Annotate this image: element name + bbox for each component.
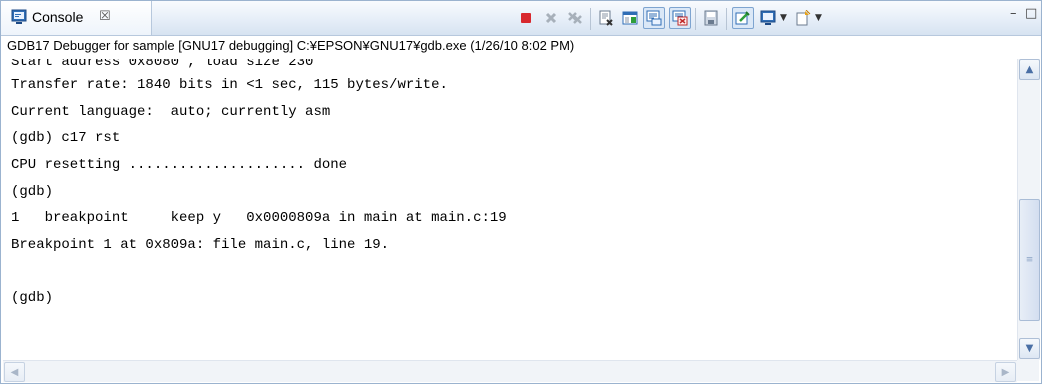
horizontal-scrollbar[interactable]: ◀ ▶	[3, 360, 1017, 382]
show-console-on-output-icon[interactable]	[643, 7, 665, 29]
tab-console[interactable]: Console ☒	[1, 1, 152, 35]
toolbar-separator	[695, 8, 696, 30]
chevron-down-icon[interactable]: ▼	[780, 13, 787, 23]
scroll-up-button[interactable]: ▲	[1019, 59, 1040, 80]
process-label: GDB17 Debugger for sample [GNU17 debuggi…	[7, 38, 575, 53]
tab-console-label: Console	[32, 9, 84, 25]
view-toolbar: Console ☒ ▼ ▼ – □	[1, 1, 1041, 36]
console-line: (gdb) c17 rst	[11, 130, 121, 146]
remove-launch-icon[interactable]	[541, 8, 561, 28]
scroll-down-button[interactable]: ▼	[1019, 338, 1040, 359]
console-icon	[11, 9, 27, 25]
open-console-icon[interactable]	[793, 8, 813, 28]
remove-all-terminated-icon[interactable]	[565, 8, 585, 28]
terminate-icon[interactable]	[516, 8, 536, 28]
console-output[interactable]: Start address 0x8080 , load size 230 Tra…	[3, 59, 1016, 360]
console-view: Console ☒ ▼ ▼ – □ GDB17 Debugger for sam…	[0, 0, 1042, 384]
save-icon[interactable]	[701, 8, 721, 28]
clear-console-icon[interactable]	[596, 8, 616, 28]
vertical-scrollbar[interactable]: ▲ ≡ ▼	[1017, 59, 1040, 360]
console-line: Current language: auto; currently asm	[11, 104, 331, 120]
toolbar-separator	[726, 8, 727, 30]
console-line: (gdb)	[11, 184, 54, 200]
display-selected-console-icon[interactable]	[758, 8, 778, 28]
pin-console-icon[interactable]	[732, 7, 754, 29]
scroll-left-button[interactable]: ◀	[4, 362, 25, 382]
chevron-right-icon: ▶	[1001, 366, 1010, 378]
console-line: Start address 0x8080 , load size 230	[11, 59, 314, 70]
chevron-up-icon: ▲	[1025, 64, 1034, 75]
toolbar-separator	[590, 8, 591, 30]
close-icon[interactable]: ☒	[99, 9, 111, 24]
console-line: Transfer rate: 1840 bits in <1 sec, 115 …	[11, 77, 448, 93]
scrollbar-corner	[1017, 360, 1039, 381]
grip-icon: ≡	[1025, 255, 1034, 265]
show-console-on-error-icon[interactable]	[669, 7, 691, 29]
scroll-lock-icon[interactable]	[620, 8, 640, 28]
vertical-scroll-thumb[interactable]: ≡	[1019, 199, 1040, 321]
console-line: 1 breakpoint keep y 0x0000809a in main a…	[11, 210, 507, 226]
console-line: Breakpoint 1 at 0x809a: file main.c, lin…	[11, 237, 390, 253]
console-line: (gdb)	[11, 290, 54, 306]
chevron-down-icon[interactable]: ▼	[815, 13, 822, 23]
scroll-right-button[interactable]: ▶	[995, 362, 1016, 382]
chevron-left-icon: ◀	[10, 366, 19, 378]
console-line: CPU resetting ..................... done	[11, 157, 348, 173]
maximize-icon[interactable]: □	[1025, 6, 1037, 21]
chevron-down-icon: ▼	[1025, 343, 1034, 354]
minimize-icon[interactable]: –	[1010, 6, 1017, 21]
